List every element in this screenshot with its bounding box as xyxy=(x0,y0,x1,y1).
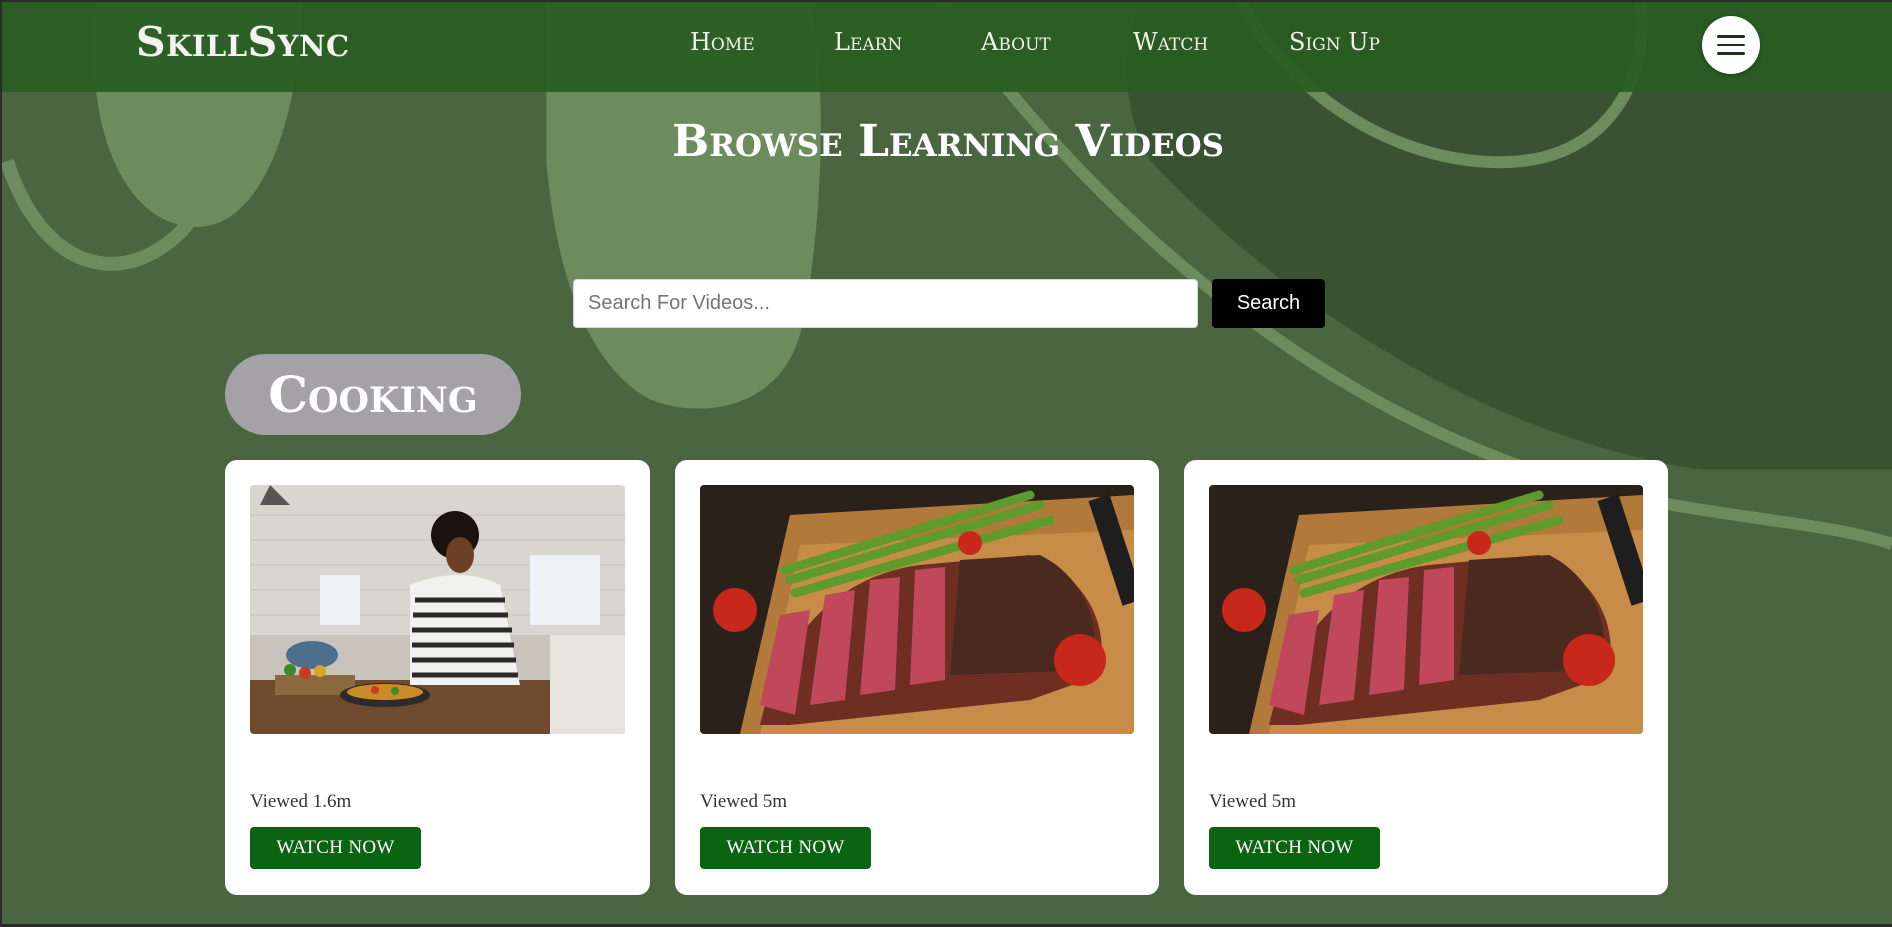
search-button[interactable]: Search xyxy=(1212,279,1325,328)
video-thumbnail[interactable] xyxy=(1209,485,1643,734)
view-count: Viewed 5m xyxy=(1209,791,1296,812)
category-heading: Cooking xyxy=(225,354,521,435)
watch-now-button[interactable]: WATCH NOW xyxy=(1209,827,1380,869)
hamburger-icon xyxy=(1717,35,1745,55)
view-count: Viewed 5m xyxy=(700,791,787,812)
brand-logo[interactable]: SkillSync xyxy=(136,18,350,66)
watch-now-button[interactable]: WATCH NOW xyxy=(250,827,421,869)
video-thumbnail[interactable] xyxy=(700,485,1134,734)
nav-link-learn[interactable]: Learn xyxy=(834,28,902,56)
search-input[interactable] xyxy=(573,279,1198,328)
page-frame: SkillSync Home Learn About Watch Sign Up… xyxy=(0,0,1892,927)
nav-link-home[interactable]: Home xyxy=(690,28,755,56)
video-thumbnail[interactable] xyxy=(250,485,625,734)
video-card: Viewed 1.6m WATCH NOW xyxy=(225,460,650,895)
top-navbar: SkillSync Home Learn About Watch Sign Up xyxy=(2,2,1892,92)
nav-link-watch[interactable]: Watch xyxy=(1133,28,1208,56)
video-card: Viewed 5m WATCH NOW xyxy=(1184,460,1668,895)
video-card: Viewed 5m WATCH NOW xyxy=(675,460,1159,895)
menu-button[interactable] xyxy=(1702,16,1760,74)
view-count: Viewed 1.6m xyxy=(250,791,352,812)
watch-now-button[interactable]: WATCH NOW xyxy=(700,827,871,869)
nav-link-sign-up[interactable]: Sign Up xyxy=(1289,28,1380,56)
page-title: Browse Learning Videos xyxy=(672,116,1224,167)
nav-link-about[interactable]: About xyxy=(981,28,1051,56)
